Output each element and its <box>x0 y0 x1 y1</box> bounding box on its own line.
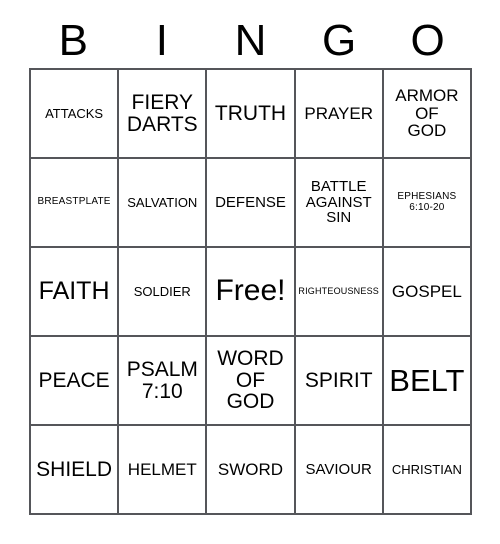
bingo-cell-label: SPIRIT <box>304 368 373 392</box>
bingo-cell[interactable]: ARMOR OF GOD <box>383 70 472 159</box>
bingo-cell[interactable]: BELT <box>383 337 472 426</box>
bingo-cell-label: ATTACKS <box>45 105 104 121</box>
bingo-cell-label: PEACE <box>38 368 110 392</box>
bingo-cell[interactable]: ATTACKS <box>31 70 120 159</box>
bingo-cell[interactable]: FIERY DARTS <box>119 70 208 159</box>
bingo-cell[interactable]: HELMET <box>119 426 208 515</box>
bingo-header-letter-b: B <box>58 16 88 65</box>
bingo-header: BINGO <box>29 14 472 68</box>
bingo-cell-label: TRUTH <box>214 101 287 125</box>
bingo-header-letter-n: N <box>234 16 267 65</box>
bingo-cell[interactable]: SHIELD <box>31 426 120 515</box>
bingo-cell[interactable]: WORD OF GOD <box>207 337 296 426</box>
bingo-card: B I N G O ATTACKS FIERY DARTS TRUTH PRAYER ARMOR… <box>0 0 500 544</box>
bingo-cell-free[interactable]: Free! <box>207 248 296 337</box>
bingo-cell[interactable]: BATTLE AGAINST SIN <box>295 159 384 248</box>
bingo-header-letter-g: G <box>321 16 357 65</box>
bingo-cell-label: ARMOR OF GOD <box>395 86 459 141</box>
bingo-cell-label: RIGHTEOUSNESS <box>298 285 379 296</box>
bingo-cell-label: FIERY DARTS <box>126 90 198 136</box>
bingo-cell-label: Free! <box>215 274 286 308</box>
bingo-cell[interactable]: PEACE <box>31 337 120 426</box>
bingo-cell-label: DEFENSE <box>215 193 286 211</box>
bingo-cell[interactable]: GOSPEL <box>383 248 472 337</box>
bingo-cell-label: BATTLE AGAINST SIN <box>305 178 372 227</box>
bingo-cell[interactable]: SAVIOUR <box>295 426 384 515</box>
bingo-cell-label: EPHESIANS 6:10-20 <box>397 191 457 213</box>
bingo-cell[interactable]: BREASTPLATE <box>31 159 120 248</box>
bingo-cell-label: CHRISTIAN <box>391 461 462 477</box>
bingo-cell[interactable]: EPHESIANS 6:10-20 <box>383 159 472 248</box>
bingo-cell[interactable]: DEFENSE <box>207 159 296 248</box>
bingo-cell[interactable]: SPIRIT <box>295 337 384 426</box>
bingo-cell-label: SAVIOUR <box>305 460 372 478</box>
bingo-cell[interactable]: SALVATION <box>119 159 208 248</box>
bingo-cell-label: WORD OF GOD <box>217 347 284 414</box>
bingo-cell[interactable]: PRAYER <box>295 70 384 159</box>
bingo-cell-label: BELT <box>389 362 465 398</box>
bingo-grid: ATTACKS FIERY DARTS TRUTH PRAYER ARMOR OF GO… <box>29 68 472 515</box>
bingo-cell-label: SHIELD <box>36 457 113 481</box>
bingo-cell-label: BREASTPLATE <box>37 196 111 208</box>
bingo-cell[interactable]: FAITH <box>31 248 120 337</box>
bingo-cell-label: SWORD <box>217 459 284 479</box>
bingo-header-letter-i: I <box>155 16 168 65</box>
bingo-cell[interactable]: SWORD <box>207 426 296 515</box>
bingo-cell-label: FAITH <box>38 276 110 305</box>
bingo-header-letter-o: O <box>410 16 445 65</box>
bingo-cell-label: SALVATION <box>127 194 198 210</box>
bingo-cell[interactable]: PSALM 7:10 <box>119 337 208 426</box>
bingo-cell-label: PRAYER <box>304 103 374 123</box>
bingo-cell-label: PSALM 7:10 <box>126 357 198 403</box>
bingo-cell[interactable]: SOLDIER <box>119 248 208 337</box>
bingo-cell[interactable]: CHRISTIAN <box>383 426 472 515</box>
bingo-cell-label: GOSPEL <box>391 281 462 301</box>
bingo-cell-label: SOLDIER <box>133 283 191 299</box>
bingo-cell[interactable]: RIGHTEOUSNESS <box>295 248 384 337</box>
bingo-cell[interactable]: TRUTH <box>207 70 296 159</box>
bingo-cell-label: HELMET <box>127 459 197 479</box>
